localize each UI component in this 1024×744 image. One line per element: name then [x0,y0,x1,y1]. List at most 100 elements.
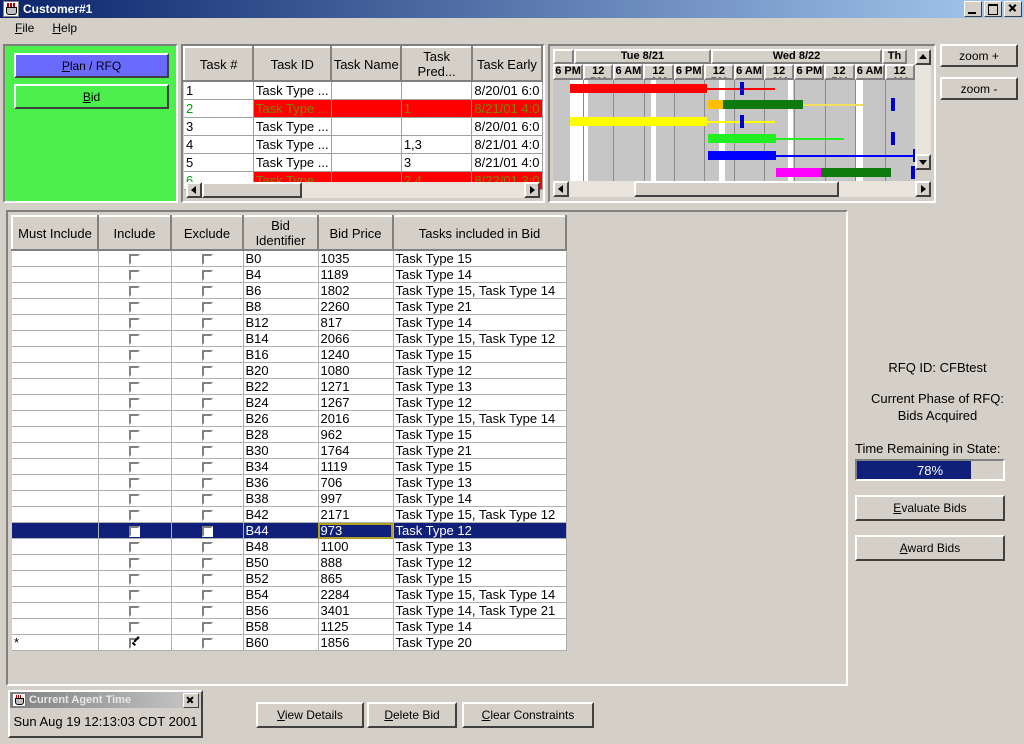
bid-identifier[interactable]: B28 [243,426,319,443]
bid-row[interactable]: B24 1267 Task Type 12 [12,394,567,411]
bid-row[interactable]: B28 962 Task Type 15 [12,426,567,443]
task-row[interactable]: 1 Task Type ... 8/20/01 6:0 [184,81,543,100]
bid-must-include[interactable] [12,346,99,363]
bid-must-include[interactable] [12,538,99,555]
bid-row[interactable]: B12 817 Task Type 14 [12,314,567,331]
bid-price[interactable]: 1271 [318,378,394,395]
bid-row[interactable]: B52 865 Task Type 15 [12,570,567,587]
bid-tasks[interactable]: Task Type 14 [393,618,567,635]
bid-tasks[interactable]: Task Type 15 [393,426,567,443]
bid-table[interactable]: Must Include Include Exclude Bid Identifier… [11,215,567,651]
bid-row[interactable]: B38 997 Task Type 14 [12,490,567,507]
bid-row[interactable]: B56 3401 Task Type 14, Task Type 21 [12,602,567,619]
bid-identifier[interactable]: B14 [243,330,319,347]
task-row[interactable]: 3 Task Type ... 8/20/01 6:0 [184,117,543,136]
bid-must-include[interactable] [12,442,99,459]
exclude-checkbox[interactable] [201,334,213,346]
bid-tasks[interactable]: Task Type 15 [393,458,567,475]
exclude-checkbox[interactable] [201,542,213,554]
exclude-checkbox[interactable] [201,574,213,586]
bid-identifier[interactable]: B8 [243,298,319,315]
include-checkbox[interactable] [129,270,140,282]
bid-include-cell[interactable] [98,442,172,459]
gantt-vscrollbar[interactable] [915,49,931,170]
bid-include-cell[interactable] [98,458,172,475]
bid-tasks[interactable]: Task Type 15, Task Type 14 [393,282,567,299]
task-table-hscrollbar[interactable] [186,182,540,198]
bid-tasks[interactable]: Task Type 21 [393,442,567,459]
include-checkbox[interactable] [129,494,140,506]
include-checkbox[interactable] [129,590,140,602]
scroll-track[interactable] [569,181,915,197]
bid-price[interactable]: 706 [318,474,394,491]
bid-tasks[interactable]: Task Type 14 [393,266,567,283]
bid-price[interactable]: 1267 [318,394,394,411]
maximize-button[interactable] [984,1,1002,17]
scroll-down-button[interactable] [915,154,931,170]
include-checkbox[interactable] [129,446,140,458]
bid-exclude-cell[interactable] [171,618,244,635]
bid-price[interactable]: 997 [318,490,394,507]
bid-must-include[interactable] [12,490,99,507]
bid-tasks[interactable]: Task Type 12 [393,362,567,379]
bid-col-4[interactable]: Bid Price [317,215,394,251]
bid-include-cell[interactable] [98,490,172,507]
bid-must-include[interactable] [12,426,99,443]
bid-tasks[interactable]: Task Type 15 [393,346,567,363]
gantt-hscrollbar[interactable] [553,181,931,197]
bid-price[interactable]: 817 [318,314,394,331]
scroll-thumb[interactable] [202,182,302,198]
exclude-checkbox[interactable] [201,350,213,362]
bid-price[interactable]: 888 [318,554,394,571]
include-checkbox[interactable] [129,638,140,650]
bid-identifier[interactable]: B20 [243,362,319,379]
bid-identifier[interactable]: B38 [243,490,319,507]
bid-price[interactable]: 1100 [318,538,394,555]
bid-identifier[interactable]: B16 [243,346,319,363]
gantt-task-bar[interactable] [708,134,776,143]
bid-include-cell[interactable] [98,378,172,395]
bid-must-include[interactable] [12,586,99,603]
bid-identifier[interactable]: B52 [243,570,319,587]
scroll-right-button[interactable] [524,182,540,198]
bid-col-5[interactable]: Tasks included in Bid [392,215,567,251]
bid-price[interactable]: 962 [318,426,394,443]
bid-price[interactable]: 1856 [318,634,394,651]
exclude-checkbox[interactable] [201,286,213,298]
bid-include-cell[interactable] [98,634,172,651]
bid-include-cell[interactable] [98,282,172,299]
bid-identifier[interactable]: B58 [243,618,319,635]
bid-identifier[interactable]: B60 [243,634,319,651]
task-col-1[interactable]: Task ID [252,46,333,82]
bid-price[interactable]: 2171 [318,506,394,523]
gantt-task-bar[interactable] [708,151,776,160]
exclude-checkbox[interactable] [201,302,213,314]
tab-bid[interactable]: Bid [14,84,169,109]
include-checkbox[interactable] [129,462,140,474]
exclude-checkbox[interactable] [201,398,213,410]
bid-exclude-cell[interactable] [171,474,244,491]
bid-row[interactable]: B30 1764 Task Type 21 [12,442,567,459]
scroll-thumb[interactable] [634,181,839,197]
exclude-checkbox[interactable] [201,414,213,426]
bid-col-1[interactable]: Include [97,215,172,251]
task-table[interactable]: Task # Task ID Task Name Task Pred... Task E… [183,46,543,190]
bid-tasks[interactable]: Task Type 12 [393,522,567,539]
bid-tasks[interactable]: Task Type 13 [393,474,567,491]
bid-exclude-cell[interactable] [171,586,244,603]
bid-exclude-cell[interactable] [171,282,244,299]
bid-include-cell[interactable] [98,410,172,427]
evaluate-bids-button[interactable]: Evaluate Bids [855,495,1005,521]
bid-identifier[interactable]: B36 [243,474,319,491]
bid-include-cell[interactable] [98,298,172,315]
exclude-checkbox[interactable] [201,558,213,570]
exclude-checkbox[interactable] [201,446,213,458]
bid-include-cell[interactable] [98,330,172,347]
bid-exclude-cell[interactable] [171,522,244,539]
bid-must-include[interactable] [12,378,99,395]
task-col-3[interactable]: Task Pred... [400,46,473,82]
exclude-checkbox[interactable] [201,622,213,634]
bid-exclude-cell[interactable] [171,458,244,475]
bid-price[interactable]: 865 [318,570,394,587]
bid-price[interactable]: 1189 [318,266,394,283]
